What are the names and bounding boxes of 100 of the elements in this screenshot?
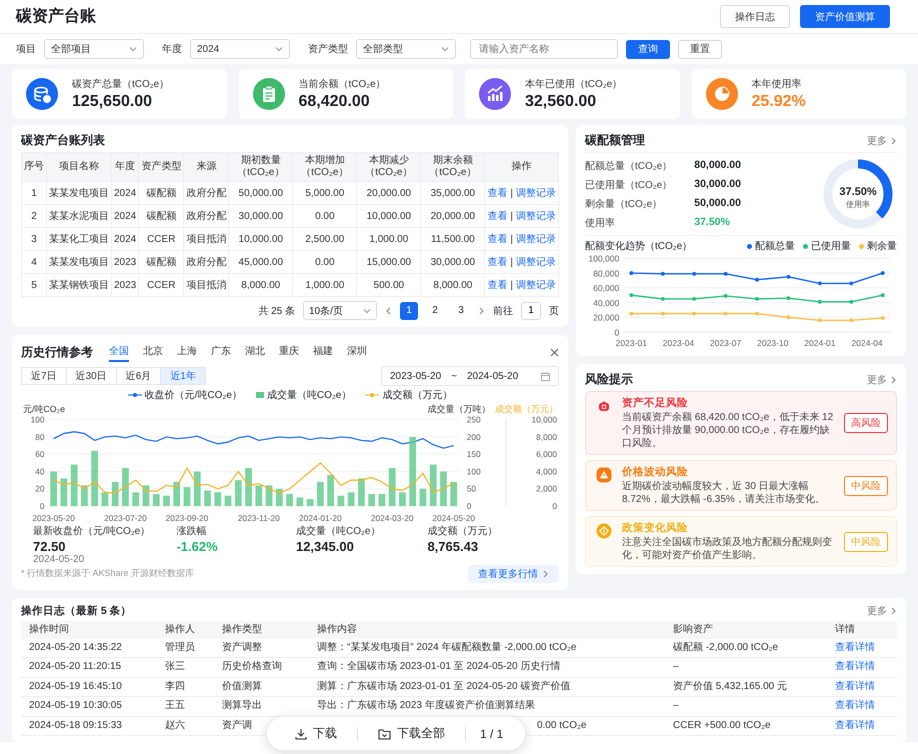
- axis-label: 2024-04: [851, 338, 883, 348]
- table-link[interactable]: 查看: [487, 280, 508, 291]
- table-cell: 资产调: [222, 720, 252, 731]
- page-button[interactable]: 2: [426, 302, 444, 320]
- region-tab[interactable]: 北京: [143, 342, 163, 362]
- column-header: 影响资产: [665, 620, 828, 639]
- stat-value: 8,765.43: [427, 538, 480, 554]
- link-separator: |: [510, 280, 513, 291]
- risk-title: 资产不足风险: [622, 396, 689, 410]
- table-cell: 8,000.00: [420, 274, 485, 296]
- filter-label: 项目: [16, 43, 36, 56]
- table-link[interactable]: 查看: [487, 188, 508, 199]
- axis-label: 150: [466, 449, 481, 460]
- axis-label: 2023-01: [616, 338, 647, 348]
- axis-label: 80: [35, 432, 45, 442]
- axis-title: 成交额（万元）: [495, 404, 558, 414]
- volume-bar: [430, 464, 437, 506]
- stat-value: 72.50: [33, 538, 67, 554]
- range-button[interactable]: 近6月: [116, 367, 162, 385]
- volume-bar: [50, 472, 57, 506]
- more-link[interactable]: 更多: [867, 134, 897, 148]
- volume-bar: [327, 474, 334, 506]
- download-button[interactable]: 下载: [289, 724, 343, 743]
- page-button[interactable]: 1: [400, 302, 418, 320]
- date-range-field[interactable]: 2023-05-20 ~ 2024-05-20: [381, 366, 559, 386]
- search-field[interactable]: 请输入资产名称: [470, 39, 618, 59]
- table-cell: 某某水泥项目: [46, 204, 112, 228]
- axis-label: 2024-01-20: [299, 512, 342, 523]
- detail-link[interactable]: 查看详情: [835, 720, 876, 731]
- prev-page-icon[interactable]: [385, 306, 392, 314]
- close-icon[interactable]: [550, 348, 559, 356]
- volume-bar: [60, 478, 68, 506]
- detail-link[interactable]: 查看详情: [835, 642, 876, 653]
- download-button[interactable]: 下载全部: [372, 724, 451, 743]
- axis-label: 40,000: [593, 298, 620, 308]
- table-cell: 碳配额: [138, 250, 184, 274]
- data-point: [724, 312, 728, 316]
- volume-bar: [420, 488, 426, 506]
- filter-select[interactable]: 全部项目: [44, 39, 144, 59]
- page-size-select[interactable]: 10条/页: [303, 301, 377, 320]
- table-cell: 2024-05-19 10:30:05: [29, 700, 122, 712]
- table-cell: 30,000.00: [228, 204, 293, 228]
- region-tab[interactable]: 重庆: [279, 342, 299, 362]
- risk-level-tag: 中风险: [844, 532, 888, 552]
- volume-bar: [286, 494, 293, 506]
- kpi-label: 本年使用率: [752, 78, 802, 91]
- more-link[interactable]: 更多: [867, 372, 897, 387]
- table-cell: 4: [22, 250, 46, 274]
- region-tab[interactable]: 上海: [177, 342, 197, 362]
- column-header: 操作时间: [21, 620, 157, 639]
- kpi-value: 68,420.00: [298, 93, 371, 111]
- range-button[interactable]: 近7日: [21, 367, 67, 385]
- table-link[interactable]: 查看: [487, 257, 508, 268]
- table-link[interactable]: 调整记录: [516, 234, 556, 245]
- data-point: [755, 312, 759, 316]
- next-page-icon[interactable]: [478, 306, 485, 314]
- volume-bar: [112, 482, 119, 506]
- more-quotes-button[interactable]: 查看更多行情: [468, 564, 559, 583]
- region-tab[interactable]: 全国: [109, 342, 129, 362]
- detail-link[interactable]: 查看详情: [835, 700, 876, 712]
- filter-button[interactable]: 查询: [626, 40, 670, 58]
- region-tab[interactable]: 深圳: [347, 342, 367, 362]
- region-tab[interactable]: 广东: [211, 342, 231, 362]
- region-tab[interactable]: 湖北: [245, 342, 265, 362]
- more-link[interactable]: 更多: [867, 604, 897, 618]
- axis-label: 100,000: [588, 254, 620, 264]
- header-button[interactable]: 资产价值测算: [800, 5, 890, 28]
- table-cell: 碳配额: [138, 182, 184, 204]
- range-button[interactable]: 近30日: [66, 367, 117, 385]
- filter-button[interactable]: 重置: [678, 40, 722, 58]
- card-title: 操作日志（最新 5 条）: [21, 604, 132, 618]
- table-cell: 碳配额 -2,000.00 tCO₂e: [673, 642, 778, 653]
- table-link[interactable]: 调整记录: [516, 188, 556, 199]
- axis-title: 成交量（万吨）: [427, 404, 490, 414]
- filter-select[interactable]: 2024: [190, 39, 290, 59]
- table-link[interactable]: 调整记录: [516, 211, 556, 222]
- detail-link[interactable]: 查看详情: [835, 661, 876, 672]
- legend-label: 成交额（万元）: [382, 388, 452, 402]
- page-field[interactable]: 1: [521, 302, 541, 320]
- table-link[interactable]: 查看: [487, 211, 508, 222]
- range-button[interactable]: 近1年: [160, 367, 206, 385]
- header-button[interactable]: 操作日志: [720, 5, 790, 28]
- table-cell: 政府分配: [184, 250, 229, 274]
- table-link[interactable]: 调整记录: [516, 257, 556, 268]
- table-cell: CCER: [138, 228, 184, 250]
- table-link[interactable]: 调整记录: [516, 280, 556, 291]
- table-cell: 0.00: [292, 250, 357, 274]
- volume-bar: [194, 472, 201, 506]
- axis-label: 80,000: [593, 268, 620, 278]
- axis-label: 2024-01: [804, 338, 836, 348]
- donut-caption: 使用率: [846, 200, 870, 209]
- axis-label: 50: [466, 484, 476, 494]
- region-tab[interactable]: 福建: [313, 342, 333, 362]
- page-button[interactable]: 3: [452, 302, 470, 320]
- table-link[interactable]: 查看: [487, 234, 508, 245]
- detail-link[interactable]: 查看详情: [835, 680, 876, 692]
- stat-value: -1.62%: [176, 538, 219, 554]
- table-cell: 李四: [164, 680, 185, 692]
- filter-select[interactable]: 全部类型: [356, 39, 456, 59]
- risk-text: 当前碳资产余额 68,420.00 tCO₂e，低于未来 12 个月预计排放量 90,000.00 tCO₂e，存在履约缺口风险。: [622, 411, 834, 450]
